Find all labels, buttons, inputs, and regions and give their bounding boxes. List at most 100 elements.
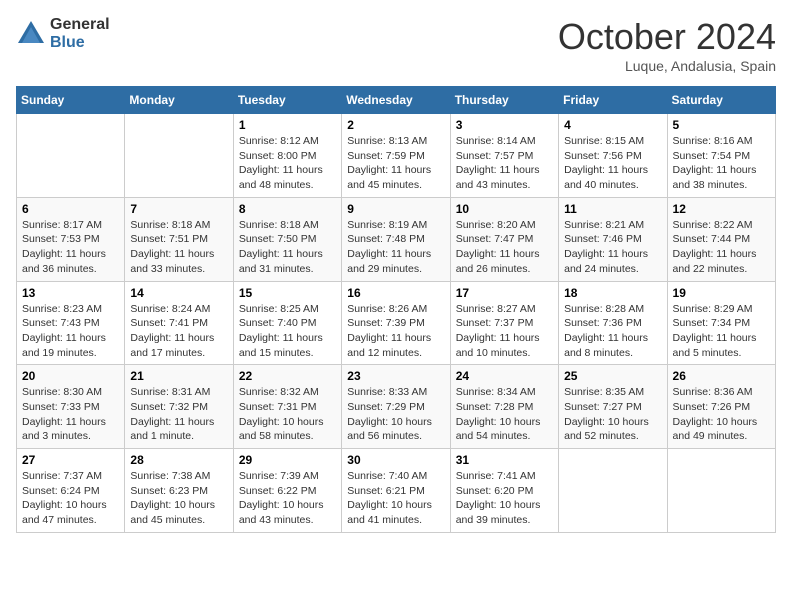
day-number: 12 bbox=[673, 202, 770, 216]
calendar-cell: 7 Sunrise: 8:18 AM Sunset: 7:51 PM Daylig… bbox=[125, 197, 233, 281]
calendar-cell: 30 Sunrise: 7:40 AM Sunset: 6:21 PM Dayli… bbox=[342, 449, 450, 533]
day-number: 10 bbox=[456, 202, 553, 216]
calendar-cell: 18 Sunrise: 8:28 AM Sunset: 7:36 PM Dayli… bbox=[559, 281, 667, 365]
calendar-cell: 8Sunrise: 8:18 AM Sunset: 7:50 PM Daylig… bbox=[233, 197, 341, 281]
day-number: 30 bbox=[347, 453, 444, 467]
day-of-week-sunday: Sunday bbox=[17, 87, 125, 114]
calendar-cell: 6Sunrise: 8:17 AM Sunset: 7:53 PM Daylig… bbox=[17, 197, 125, 281]
day-number: 24 bbox=[456, 369, 553, 383]
day-number: 15 bbox=[239, 286, 336, 300]
day-of-week-thursday: Thursday bbox=[450, 87, 558, 114]
calendar-cell: 20 Sunrise: 8:30 AM Sunset: 7:33 PM Dayli… bbox=[17, 365, 125, 449]
day-info: Sunrise: 8:13 AM Sunset: 7:59 PM Dayligh… bbox=[347, 134, 444, 193]
day-number: 4 bbox=[564, 118, 661, 132]
calendar-cell: 9 Sunrise: 8:19 AM Sunset: 7:48 PM Daylig… bbox=[342, 197, 450, 281]
day-info: Sunrise: 8:18 AM Sunset: 7:50 PM Dayligh… bbox=[239, 218, 336, 277]
day-number: 25 bbox=[564, 369, 661, 383]
day-info: Sunrise: 8:26 AM Sunset: 7:39 PM Dayligh… bbox=[347, 302, 444, 361]
day-number: 26 bbox=[673, 369, 770, 383]
month-title: October 2024 bbox=[558, 16, 776, 58]
day-info: Sunrise: 8:30 AM Sunset: 7:33 PM Dayligh… bbox=[22, 385, 119, 444]
calendar-cell: 2 Sunrise: 8:13 AM Sunset: 7:59 PM Daylig… bbox=[342, 114, 450, 198]
day-info: Sunrise: 8:20 AM Sunset: 7:47 PM Dayligh… bbox=[456, 218, 553, 277]
day-number: 31 bbox=[456, 453, 553, 467]
day-of-week-friday: Friday bbox=[559, 87, 667, 114]
day-number: 5 bbox=[673, 118, 770, 132]
calendar-cell: 22 Sunrise: 8:32 AM Sunset: 7:31 PM Dayli… bbox=[233, 365, 341, 449]
day-number: 17 bbox=[456, 286, 553, 300]
day-info: Sunrise: 8:12 AM Sunset: 8:00 PM Dayligh… bbox=[239, 134, 336, 193]
day-info: Sunrise: 8:15 AM Sunset: 7:56 PM Dayligh… bbox=[564, 134, 661, 193]
day-number: 16 bbox=[347, 286, 444, 300]
calendar-cell: 13Sunrise: 8:23 AM Sunset: 7:43 PM Dayli… bbox=[17, 281, 125, 365]
day-info: Sunrise: 8:17 AM Sunset: 7:53 PM Dayligh… bbox=[22, 218, 119, 277]
logo-general-text: General bbox=[50, 16, 110, 34]
calendar-cell: 14 Sunrise: 8:24 AM Sunset: 7:41 PM Dayli… bbox=[125, 281, 233, 365]
logo: General Blue bbox=[16, 16, 110, 51]
day-info: Sunrise: 8:31 AM Sunset: 7:32 PM Dayligh… bbox=[130, 385, 227, 444]
day-number: 9 bbox=[347, 202, 444, 216]
calendar-cell: 21 Sunrise: 8:31 AM Sunset: 7:32 PM Dayli… bbox=[125, 365, 233, 449]
calendar-cell: 28Sunrise: 7:38 AM Sunset: 6:23 PM Dayli… bbox=[125, 449, 233, 533]
day-number: 22 bbox=[239, 369, 336, 383]
calendar-table: SundayMondayTuesdayWednesdayThursdayFrid… bbox=[16, 86, 776, 533]
calendar-cell: 12 Sunrise: 8:22 AM Sunset: 7:44 PM Dayli… bbox=[667, 197, 775, 281]
calendar-cell: 3 Sunrise: 8:14 AM Sunset: 7:57 PM Daylig… bbox=[450, 114, 558, 198]
calendar-cell: 26Sunrise: 8:36 AM Sunset: 7:26 PM Dayli… bbox=[667, 365, 775, 449]
day-info: Sunrise: 8:28 AM Sunset: 7:36 PM Dayligh… bbox=[564, 302, 661, 361]
day-number: 1 bbox=[239, 118, 336, 132]
page-header: General Blue October 2024 Luque, Andalus… bbox=[16, 16, 776, 74]
calendar-cell: 27Sunrise: 7:37 AM Sunset: 6:24 PM Dayli… bbox=[17, 449, 125, 533]
calendar-cell bbox=[559, 449, 667, 533]
day-number: 13 bbox=[22, 286, 119, 300]
calendar-cell bbox=[125, 114, 233, 198]
day-info: Sunrise: 8:21 AM Sunset: 7:46 PM Dayligh… bbox=[564, 218, 661, 277]
day-number: 11 bbox=[564, 202, 661, 216]
week-row: 6Sunrise: 8:17 AM Sunset: 7:53 PM Daylig… bbox=[17, 197, 776, 281]
day-info: Sunrise: 8:19 AM Sunset: 7:48 PM Dayligh… bbox=[347, 218, 444, 277]
week-row: 20 Sunrise: 8:30 AM Sunset: 7:33 PM Dayli… bbox=[17, 365, 776, 449]
day-number: 14 bbox=[130, 286, 227, 300]
day-number: 29 bbox=[239, 453, 336, 467]
calendar-cell: 25 Sunrise: 8:35 AM Sunset: 7:27 PM Dayli… bbox=[559, 365, 667, 449]
calendar-cell: 24Sunrise: 8:34 AM Sunset: 7:28 PM Dayli… bbox=[450, 365, 558, 449]
day-of-week-wednesday: Wednesday bbox=[342, 87, 450, 114]
calendar-cell bbox=[667, 449, 775, 533]
day-number: 3 bbox=[456, 118, 553, 132]
day-number: 7 bbox=[130, 202, 227, 216]
day-info: Sunrise: 8:14 AM Sunset: 7:57 PM Dayligh… bbox=[456, 134, 553, 193]
day-number: 20 bbox=[22, 369, 119, 383]
calendar-cell bbox=[17, 114, 125, 198]
title-block: October 2024 Luque, Andalusia, Spain bbox=[558, 16, 776, 74]
day-info: Sunrise: 7:41 AM Sunset: 6:20 PM Dayligh… bbox=[456, 469, 553, 528]
day-of-week-tuesday: Tuesday bbox=[233, 87, 341, 114]
day-number: 27 bbox=[22, 453, 119, 467]
day-info: Sunrise: 7:39 AM Sunset: 6:22 PM Dayligh… bbox=[239, 469, 336, 528]
calendar-cell: 17Sunrise: 8:27 AM Sunset: 7:37 PM Dayli… bbox=[450, 281, 558, 365]
day-info: Sunrise: 8:35 AM Sunset: 7:27 PM Dayligh… bbox=[564, 385, 661, 444]
day-number: 21 bbox=[130, 369, 227, 383]
calendar-cell: 23Sunrise: 8:33 AM Sunset: 7:29 PM Dayli… bbox=[342, 365, 450, 449]
calendar-cell: 11 Sunrise: 8:21 AM Sunset: 7:46 PM Dayli… bbox=[559, 197, 667, 281]
day-info: Sunrise: 8:25 AM Sunset: 7:40 PM Dayligh… bbox=[239, 302, 336, 361]
week-row: 27Sunrise: 7:37 AM Sunset: 6:24 PM Dayli… bbox=[17, 449, 776, 533]
calendar-cell: 10 Sunrise: 8:20 AM Sunset: 7:47 PM Dayli… bbox=[450, 197, 558, 281]
week-row: 13Sunrise: 8:23 AM Sunset: 7:43 PM Dayli… bbox=[17, 281, 776, 365]
day-info: Sunrise: 8:29 AM Sunset: 7:34 PM Dayligh… bbox=[673, 302, 770, 361]
calendar-cell: 1 Sunrise: 8:12 AM Sunset: 8:00 PM Daylig… bbox=[233, 114, 341, 198]
calendar-cell: 5Sunrise: 8:16 AM Sunset: 7:54 PM Daylig… bbox=[667, 114, 775, 198]
day-number: 2 bbox=[347, 118, 444, 132]
day-info: Sunrise: 8:33 AM Sunset: 7:29 PM Dayligh… bbox=[347, 385, 444, 444]
calendar-cell: 4 Sunrise: 8:15 AM Sunset: 7:56 PM Daylig… bbox=[559, 114, 667, 198]
header-row: SundayMondayTuesdayWednesdayThursdayFrid… bbox=[17, 87, 776, 114]
logo-icon bbox=[16, 19, 46, 49]
calendar-cell: 19Sunrise: 8:29 AM Sunset: 7:34 PM Dayli… bbox=[667, 281, 775, 365]
day-of-week-saturday: Saturday bbox=[667, 87, 775, 114]
day-info: Sunrise: 8:22 AM Sunset: 7:44 PM Dayligh… bbox=[673, 218, 770, 277]
day-info: Sunrise: 8:18 AM Sunset: 7:51 PM Dayligh… bbox=[130, 218, 227, 277]
day-info: Sunrise: 8:24 AM Sunset: 7:41 PM Dayligh… bbox=[130, 302, 227, 361]
day-info: Sunrise: 7:40 AM Sunset: 6:21 PM Dayligh… bbox=[347, 469, 444, 528]
calendar-body: 1 Sunrise: 8:12 AM Sunset: 8:00 PM Daylig… bbox=[17, 114, 776, 533]
day-info: Sunrise: 8:32 AM Sunset: 7:31 PM Dayligh… bbox=[239, 385, 336, 444]
day-number: 18 bbox=[564, 286, 661, 300]
